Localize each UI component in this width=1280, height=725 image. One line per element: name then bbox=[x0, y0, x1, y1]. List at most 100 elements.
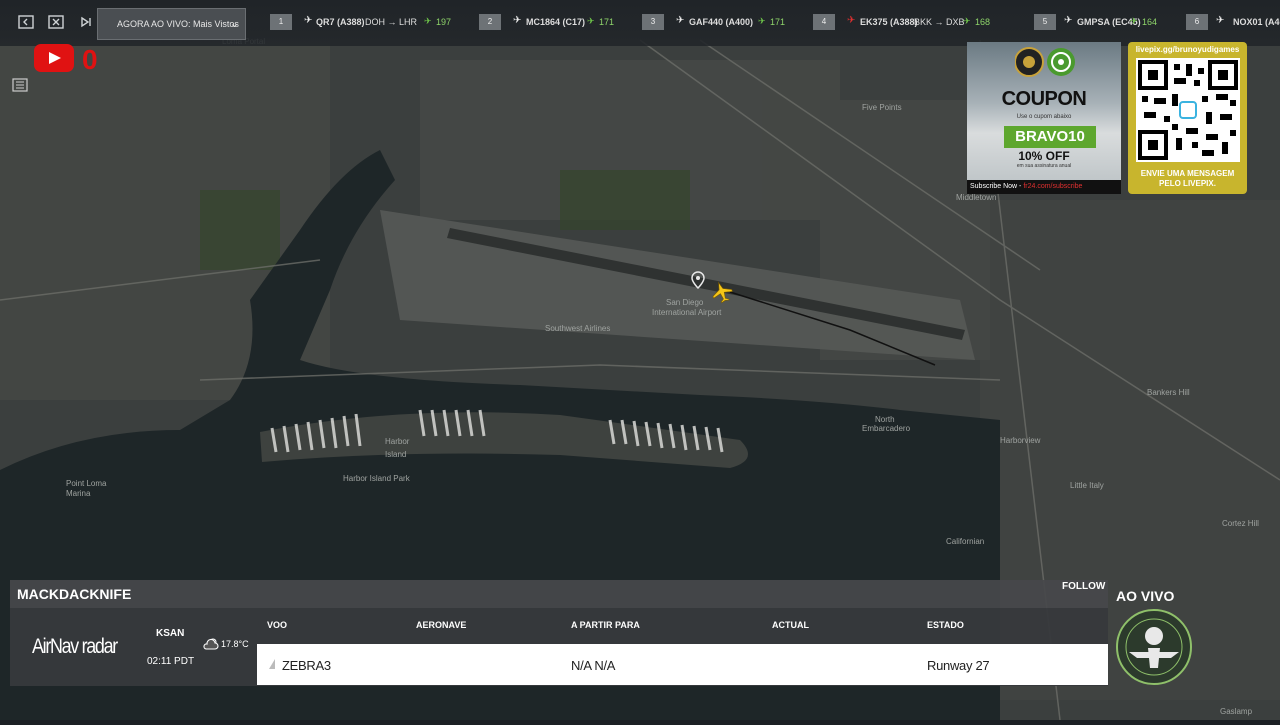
flight-label: EK375 (A388) bbox=[860, 17, 918, 27]
channel-logo bbox=[1115, 608, 1193, 686]
airport-info: AirNav radar KSAN 02:11 PDT 17.8°C bbox=[10, 608, 257, 686]
ticker-flight-6[interactable]: 6 ✈ NOX01 (A400) bbox=[1186, 12, 1280, 34]
local-time: 02:11 PDT bbox=[147, 656, 195, 667]
chevron-down-icon: ⌄ bbox=[229, 18, 239, 30]
svg-text:Bankers Hill: Bankers Hill bbox=[1147, 388, 1190, 397]
flight-viewers: 197 bbox=[436, 17, 452, 27]
live-feed-select-value: AGORA AO VIVO: Mais Vistos bbox=[117, 19, 239, 29]
svg-text:Southwest Airlines: Southwest Airlines bbox=[545, 324, 610, 333]
cloud-sun-icon bbox=[203, 636, 219, 652]
coupon-code: BRAVO10 bbox=[1004, 126, 1096, 148]
ticker-flight-2[interactable]: 2 ✈ MC1864 (C17) ✈ 171 bbox=[479, 12, 619, 34]
close-panel-icon[interactable] bbox=[46, 12, 70, 36]
viewers-icon: ✈ bbox=[1130, 16, 1138, 26]
table-row[interactable]: ZEBRA3 N/A N/A Runway 27 bbox=[257, 644, 1108, 685]
viewers-icon: ✈ bbox=[963, 16, 971, 26]
viewers-icon: ✈ bbox=[424, 16, 432, 26]
flight-label: GAF440 (A400) bbox=[689, 17, 754, 27]
svg-text:Californian: Californian bbox=[946, 537, 984, 546]
list-panel-icon[interactable] bbox=[12, 78, 30, 94]
svg-text:Point Loma: Point Loma bbox=[66, 479, 107, 488]
airport-code: KSAN bbox=[156, 628, 185, 639]
cell-flight: ZEBRA3 bbox=[282, 658, 331, 673]
svg-text:Five Points: Five Points bbox=[862, 103, 902, 112]
coupon-ad: COUPON Use o cupom abaixo BRAVO10 10% OF… bbox=[967, 42, 1121, 194]
plane-icon: ✈ bbox=[847, 15, 856, 26]
flight-info-panel: MACKDACKNIFE FOLLOW AirNav radar KSAN 02… bbox=[10, 580, 1108, 686]
cell-route: N/A N/A bbox=[571, 658, 616, 673]
svg-text:Marina: Marina bbox=[66, 489, 91, 498]
livepix-panel: livepix.gg/brunoyudigames ENVIE UMA MENS… bbox=[1128, 42, 1247, 194]
brand-logo: AirNav radar bbox=[32, 635, 118, 658]
temperature: 17.8°C bbox=[221, 639, 249, 649]
flight-label: NOX01 (A400) bbox=[1233, 17, 1280, 27]
live-feed-select[interactable]: AGORA AO VIVO: Mais Vistos ⌄ bbox=[97, 8, 246, 40]
cell-status: Runway 27 bbox=[927, 658, 990, 673]
youtube-viewer-count: 0 bbox=[82, 44, 98, 75]
svg-text:Cortez Hill: Cortez Hill bbox=[1222, 519, 1259, 528]
plane-icon: ✈ bbox=[1064, 15, 1073, 26]
coupon-subtitle: Use o cupom abaixo bbox=[1016, 114, 1072, 120]
svg-text:Harbor Island Park: Harbor Island Park bbox=[343, 474, 411, 483]
flight-viewers: 164 bbox=[1142, 17, 1158, 27]
flight-route: DOH → LHR bbox=[365, 17, 418, 27]
flight-table: VOO AERONAVE A PARTIR PARA ACTUAL ESTADO… bbox=[257, 608, 1108, 686]
ticker-flight-3[interactable]: 3 ✈ GAF440 (A400) ✈ 171 bbox=[642, 12, 792, 34]
flight-route: BKK → DXB bbox=[914, 17, 965, 27]
flight-rank: 6 bbox=[1186, 14, 1208, 30]
coupon-footer[interactable]: Subscribe Now - fr24.com/subscribe bbox=[967, 180, 1121, 194]
youtube-icon bbox=[34, 44, 74, 72]
svg-text:San Diego: San Diego bbox=[666, 298, 704, 307]
svg-text:Harborview: Harborview bbox=[1000, 436, 1041, 445]
plane-icon bbox=[269, 659, 275, 669]
livepix-message-line2: PELO LIVEPIX. bbox=[1159, 179, 1216, 188]
coupon-footer-url[interactable]: fr24.com/subscribe bbox=[1023, 183, 1082, 190]
follow-button[interactable]: FOLLOW bbox=[1062, 581, 1105, 592]
svg-text:Little Italy: Little Italy bbox=[1070, 481, 1104, 490]
ticker-flight-1[interactable]: 1 ✈ QR7 (A388) DOH → LHR ✈ 197 bbox=[270, 12, 452, 34]
flight-viewers: 171 bbox=[770, 17, 786, 27]
plane-icon: ✈ bbox=[676, 15, 685, 26]
flight-label: QR7 (A388) bbox=[316, 17, 365, 27]
plane-icon: ✈ bbox=[304, 15, 313, 26]
coupon-note: em sua assinatura anual bbox=[1016, 163, 1072, 169]
plane-icon: ✈ bbox=[1216, 15, 1225, 26]
header-flight: VOO bbox=[267, 620, 288, 630]
svg-text:International Airport: International Airport bbox=[652, 308, 722, 317]
header-status: ESTADO bbox=[927, 620, 964, 630]
coupon-discount: 10% OFF bbox=[1018, 149, 1070, 163]
flight-rank: 3 bbox=[642, 14, 664, 30]
header-route: A PARTIR PARA bbox=[571, 620, 640, 630]
svg-text:Gaslamp: Gaslamp bbox=[1220, 707, 1253, 716]
viewers-icon: ✈ bbox=[587, 16, 595, 26]
viewers-icon: ✈ bbox=[758, 16, 766, 26]
flight-viewers: 168 bbox=[975, 17, 991, 27]
flight-rank: 4 bbox=[813, 14, 835, 30]
flight-rank: 2 bbox=[479, 14, 501, 30]
ticker-flight-5[interactable]: 5 ✈ GMPSA (EC45) ✈ 164 bbox=[1034, 12, 1174, 34]
flight-rank: 5 bbox=[1034, 14, 1056, 30]
livepix-url: livepix.gg/brunoyudigames bbox=[1135, 45, 1240, 54]
top-bar: AGORA AO VIVO: Mais Vistos ⌄ 1 ✈ QR7 (A3… bbox=[0, 0, 1280, 46]
svg-text:Middletown: Middletown bbox=[956, 193, 996, 202]
header-aircraft: AERONAVE bbox=[416, 620, 467, 630]
sidebar-toggle-icon[interactable] bbox=[16, 12, 40, 36]
svg-text:Island: Island bbox=[385, 450, 406, 459]
livepix-message-line1: ENVIE UMA MENSAGEM bbox=[1140, 169, 1235, 178]
qr-code bbox=[1136, 58, 1240, 162]
panel-header: MACKDACKNIFE FOLLOW bbox=[10, 580, 1108, 608]
flight-viewers: 171 bbox=[599, 17, 615, 27]
ticker-flight-4[interactable]: 4 ✈ EK375 (A388) BKK → DXB ✈ 168 bbox=[813, 12, 1013, 34]
coupon-footer-label: Subscribe Now - bbox=[970, 183, 1022, 190]
svg-text:Harbor: Harbor bbox=[385, 437, 410, 446]
svg-text:North: North bbox=[875, 415, 895, 424]
livepix-message: ENVIE UMA MENSAGEM PELO LIVEPIX. bbox=[1128, 169, 1247, 189]
header-actual: ACTUAL bbox=[772, 620, 809, 630]
flight-label: MC1864 (C17) bbox=[526, 17, 586, 27]
callsign: MACKDACKNIFE bbox=[17, 586, 132, 602]
plane-icon: ✈ bbox=[513, 15, 522, 26]
svg-text:Embarcadero: Embarcadero bbox=[862, 424, 911, 433]
live-label: AO VIVO bbox=[1116, 588, 1175, 604]
sponsor-logos bbox=[1014, 46, 1075, 83]
coupon-title: COUPON bbox=[1001, 88, 1087, 110]
